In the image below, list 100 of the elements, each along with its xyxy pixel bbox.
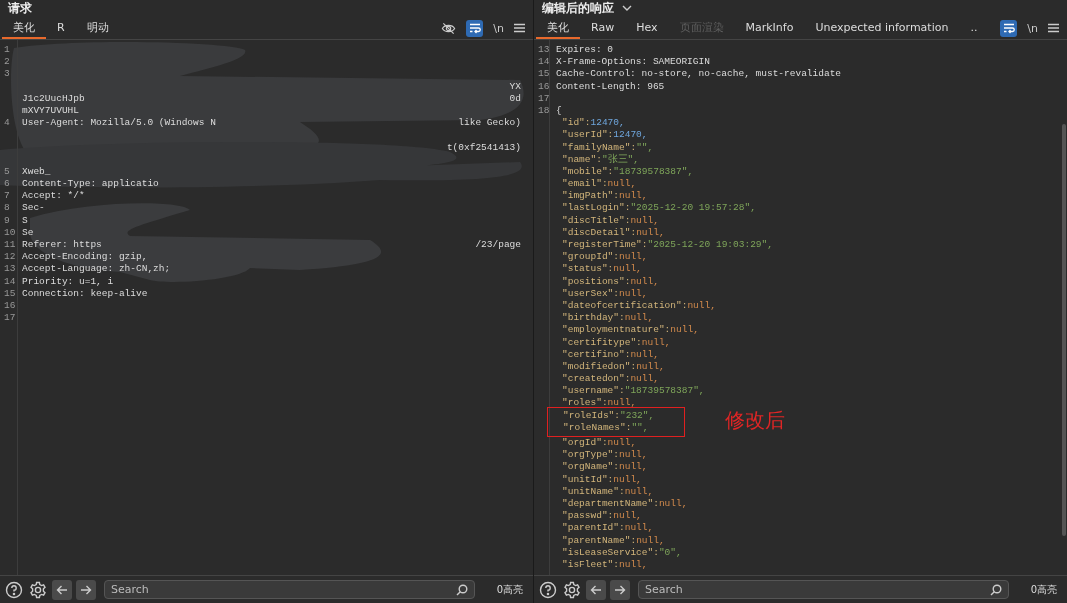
json-key: "certifino": [562, 348, 631, 361]
word-wrap-button[interactable] [1000, 19, 1018, 37]
search-field[interactable]: Search [638, 580, 1009, 599]
json-key: "roles": [562, 397, 608, 410]
panel-title: 请求 [8, 0, 32, 17]
json-key: "userId": [562, 129, 614, 142]
json-key: "discDetail": [562, 226, 637, 239]
back-button[interactable] [52, 579, 72, 600]
code-line: Expires: 0 [555, 44, 613, 57]
menu-icon[interactable] [1048, 23, 1059, 33]
json-value: null, [607, 437, 637, 450]
newline-toggle[interactable]: \n [493, 21, 504, 35]
settings-icon[interactable] [28, 579, 48, 600]
code-line: YX [509, 80, 522, 93]
help-icon[interactable] [4, 579, 24, 600]
json-key: "dateofcertification": [562, 299, 688, 313]
tab[interactable]: 明动 [75, 17, 120, 39]
json-value: null, [624, 312, 654, 325]
json-key: "roleNames": [563, 421, 632, 434]
hide-icon[interactable] [441, 20, 457, 36]
json-value: null, [636, 360, 665, 374]
json-value: null, [607, 397, 637, 410]
json-key: "createdon": [562, 373, 631, 386]
arrow-left-icon [56, 583, 68, 596]
panel-title: 编辑后的响应 [542, 0, 614, 17]
json-value: null, [619, 449, 648, 462]
json-value: null, [619, 251, 648, 264]
json-key: "parentId": [562, 522, 625, 535]
arrow-left-icon [590, 583, 602, 596]
json-key: "isFleet": [562, 558, 619, 572]
json-value: null, [624, 485, 654, 498]
json-value: null, [619, 558, 648, 572]
word-wrap-button[interactable] [466, 19, 484, 37]
code-line: { [555, 104, 562, 118]
json-key: "employmentnature": [562, 324, 671, 337]
code-line: X-Frame-Options: SAMEORIGIN [555, 56, 710, 69]
search-field[interactable]: Search [104, 580, 475, 599]
json-key: "username": [562, 385, 625, 398]
json-value: null, [630, 214, 659, 227]
json-value: 12470, [613, 129, 648, 142]
line-number: 10 [3, 226, 17, 239]
menu-icon[interactable] [514, 23, 525, 33]
code-line: Content-Length: 965 [555, 80, 665, 93]
line-number: 3 [3, 68, 11, 81]
newline-toggle[interactable]: \n [1027, 21, 1038, 35]
arrow-right-icon [614, 583, 626, 596]
code-line: S [21, 214, 28, 227]
chevron-down-icon[interactable] [622, 5, 632, 12]
line-number: 9 [3, 214, 11, 227]
tab[interactable]: Hex [625, 17, 669, 39]
json-key: "userSex": [562, 287, 619, 300]
tab[interactable]: 美化 [2, 17, 46, 39]
json-value: 12470, [590, 117, 625, 130]
code-line: Priority: u=1, i [21, 275, 114, 288]
line-number: 8 [3, 202, 11, 215]
json-key: "birthday": [562, 312, 625, 325]
search-icon[interactable] [456, 584, 468, 596]
settings-icon[interactable] [562, 579, 582, 600]
json-key: "name": [562, 153, 602, 166]
code-line: Accept: */* [21, 190, 85, 203]
tab[interactable]: Raw [580, 17, 626, 39]
code-line: Se [21, 226, 34, 239]
scrollbar[interactable] [1062, 124, 1066, 536]
code-line: User-Agent: Mozilla/5.0 (Windows N [21, 117, 216, 130]
forward-button[interactable] [76, 579, 96, 600]
json-value: null, [636, 226, 665, 239]
highlight-count: 0高亮 [1029, 582, 1058, 597]
json-key: "id": [562, 117, 591, 130]
json-key: "familyName": [562, 141, 637, 154]
json-value: null, [687, 299, 716, 313]
json-key: "discTitle": [562, 214, 631, 227]
json-key: "roleIds": [563, 409, 620, 422]
tab[interactable]: R [46, 17, 76, 39]
json-value: "232", [620, 409, 655, 422]
tab[interactable]: Unexpected information [804, 17, 960, 39]
tab[interactable]: MarkInfo [734, 17, 805, 39]
code-line: Cache-Control: no-store, no-cache, must-revalidate [555, 68, 842, 81]
back-button[interactable] [586, 579, 606, 600]
json-key: "departmentName": [562, 497, 659, 511]
line-number: 14 [3, 275, 17, 288]
forward-button[interactable] [610, 579, 630, 600]
json-key: "isLeaseService": [562, 546, 659, 559]
json-key: "status": [562, 263, 614, 276]
line-number: 4 [3, 117, 11, 130]
json-value: null, [658, 497, 688, 511]
json-value: null, [619, 190, 648, 203]
tab[interactable]: 美化 [536, 17, 580, 39]
help-icon[interactable] [538, 579, 558, 600]
code-line: like Gecko) [458, 117, 522, 130]
json-key: "parentName": [562, 534, 637, 547]
line-number: 6 [3, 178, 11, 191]
line-number: 15 [3, 287, 17, 300]
json-value: null, [624, 522, 654, 535]
json-value: null, [670, 324, 699, 337]
search-icon[interactable] [990, 584, 1002, 596]
json-value: null, [636, 534, 665, 547]
code-line: Connection: keep-alive [21, 287, 148, 300]
json-key: "modifiedon": [562, 360, 637, 374]
tab[interactable]: .. [959, 17, 989, 39]
line-number: 13 [537, 44, 551, 57]
